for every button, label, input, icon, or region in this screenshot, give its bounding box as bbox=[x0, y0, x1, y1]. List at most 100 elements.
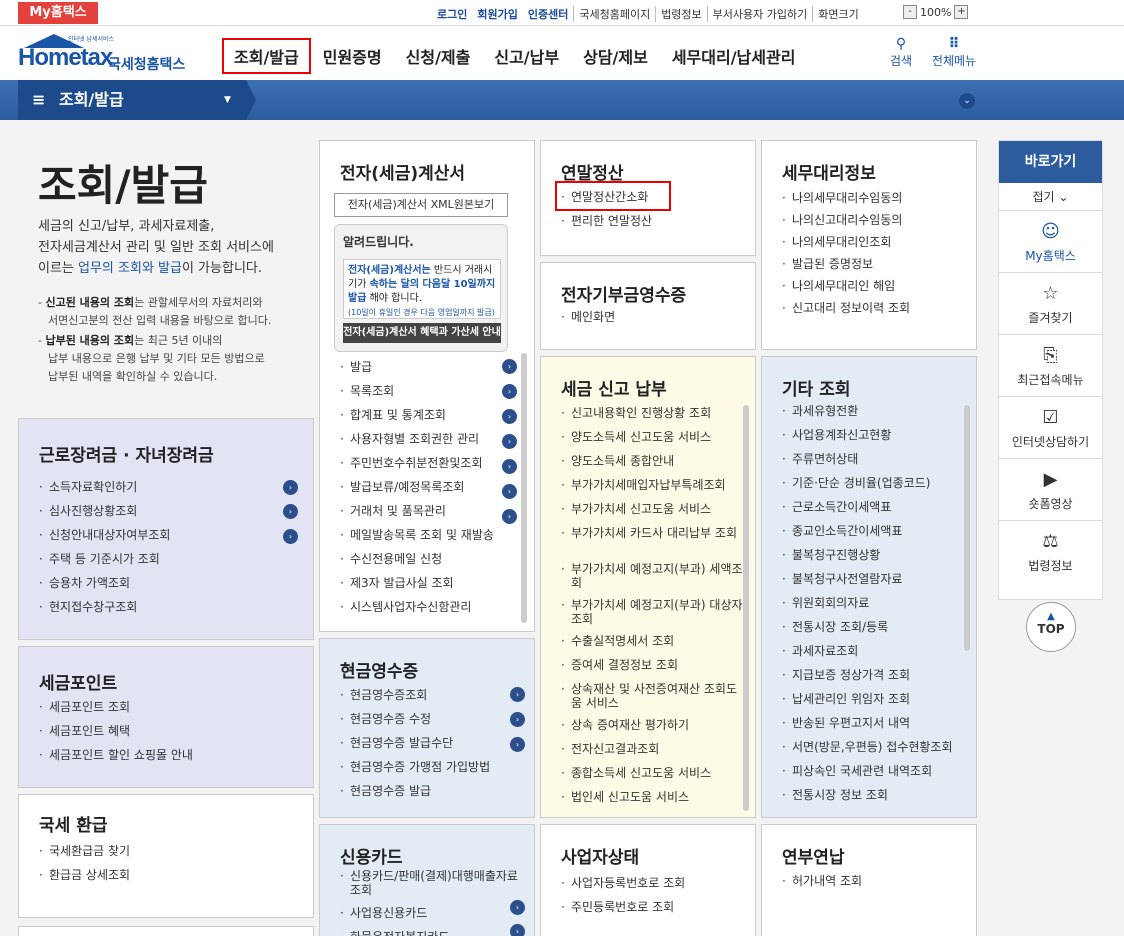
list-item[interactable]: 발급 bbox=[340, 355, 520, 379]
list-item[interactable]: 과세자료조회 bbox=[782, 639, 968, 663]
list-item[interactable]: 나의세무대리수임동의 bbox=[782, 187, 910, 209]
list-item[interactable]: 주민번호수취분전환및조회 bbox=[340, 451, 520, 475]
scrollbar[interactable] bbox=[964, 405, 970, 651]
list-item[interactable]: 환급금 상세조회 bbox=[39, 863, 130, 887]
gnb-tax-agent[interactable]: 세무대리/납세관리 bbox=[660, 38, 808, 74]
list-item[interactable]: 나의세무대리인조회 bbox=[782, 231, 910, 253]
chevron-right-icon[interactable]: › bbox=[510, 924, 525, 936]
search-button[interactable]: ⚲ 검색 bbox=[886, 36, 916, 69]
login-link[interactable]: 로그인 bbox=[432, 6, 472, 22]
list-item[interactable]: 주택 등 기준시가 조회 bbox=[39, 547, 299, 571]
chevron-right-icon[interactable]: › bbox=[502, 384, 517, 399]
list-item[interactable]: 위원회회의자료 bbox=[782, 591, 968, 615]
list-item[interactable]: 소득자료확인하기 bbox=[39, 475, 299, 499]
chevron-right-icon[interactable]: › bbox=[510, 900, 525, 915]
chevron-right-icon[interactable]: › bbox=[283, 504, 298, 519]
law-info-link[interactable]: 법령정보 bbox=[656, 6, 708, 22]
zoom-out-button[interactable]: - bbox=[903, 5, 917, 19]
sidebar-item-favorites[interactable]: ☆ 즐겨찾기 bbox=[999, 273, 1102, 335]
list-item[interactable]: 기준·단순 경비율(업종코드) bbox=[782, 471, 968, 495]
list-item[interactable]: 사업자등록번호로 조회 bbox=[561, 871, 685, 895]
list-item[interactable]: 증여세 결정정보 조회 bbox=[561, 653, 745, 677]
list-item[interactable]: 부가가치세 카드사 대리납부 조회 bbox=[561, 521, 745, 557]
gnb-inquiry-issue[interactable]: 조회/발급 bbox=[222, 38, 311, 74]
list-item[interactable]: 신고내용확인 진행상황 조회 bbox=[561, 401, 745, 425]
chevron-right-icon[interactable]: › bbox=[502, 409, 517, 424]
list-item[interactable]: 사업용계좌신고현황 bbox=[782, 423, 968, 447]
sidebar-item-online-consult[interactable]: ☑ 인터넷상담하기 bbox=[999, 397, 1102, 459]
nts-home-link[interactable]: 국세청홈페이지 bbox=[574, 6, 657, 22]
list-item[interactable]: 근로소득간이세액표 bbox=[782, 495, 968, 519]
gnb-report-pay[interactable]: 신고/납부 bbox=[482, 38, 571, 74]
chevron-right-icon[interactable]: › bbox=[510, 687, 525, 702]
list-item[interactable]: 발급보류/예정목록조회 bbox=[340, 475, 520, 499]
subnav-current-menu[interactable]: ≡ 조회/발급 ▼ bbox=[18, 80, 246, 120]
scrollbar[interactable] bbox=[521, 353, 527, 623]
list-item[interactable]: 현금영수증 발급 bbox=[340, 779, 520, 803]
xml-view-button[interactable]: 전자(세금)계산서 XML원본보기 bbox=[334, 193, 508, 217]
list-item[interactable]: 세금포인트 할인 쇼핑몰 안내 bbox=[39, 743, 193, 767]
list-item[interactable]: 세금포인트 혜택 bbox=[39, 719, 193, 743]
list-item[interactable]: 피상속인 국세관련 내역조회 bbox=[782, 759, 968, 783]
list-item[interactable]: 수출실적명세서 조회 bbox=[561, 629, 745, 653]
list-item[interactable]: 종합소득세 신고도움 서비스 bbox=[561, 761, 745, 785]
list-item[interactable]: 전통시장 조회/등록 bbox=[782, 615, 968, 639]
list-item[interactable]: 양도소득세 종합안내 bbox=[561, 449, 745, 473]
list-item[interactable]: 현금영수증 가맹점 가입방법 bbox=[340, 755, 520, 779]
list-item[interactable]: 나의신고대리수임동의 bbox=[782, 209, 910, 231]
notice-guide-button[interactable]: 전자(세금)계산서 혜택과 가산세 안내 bbox=[343, 323, 501, 343]
list-item[interactable]: 반송된 우편고지서 내역 bbox=[782, 711, 968, 735]
list-item[interactable]: 수신전용메일 신청 bbox=[340, 547, 520, 571]
scroll-top-button[interactable]: ▲ TOP bbox=[1026, 602, 1076, 652]
all-menu-button[interactable]: ⠿ 전체메뉴 bbox=[929, 36, 979, 69]
list-item[interactable]: 상속 증여재산 평가하기 bbox=[561, 713, 745, 737]
gnb-certificate[interactable]: 민원증명 bbox=[311, 38, 394, 74]
list-item[interactable]: 사용자형별 조회권한 관리 bbox=[340, 427, 520, 451]
list-item[interactable]: 전통시장 정보 조회 bbox=[782, 783, 968, 807]
chevron-right-icon[interactable]: › bbox=[283, 480, 298, 495]
list-item[interactable]: 현지접수창구조회 bbox=[39, 595, 299, 619]
list-item[interactable]: 양도소득세 신고도움 서비스 bbox=[561, 425, 745, 449]
list-item[interactable]: 부가가치세 예정고지(부과) 세액조회 bbox=[561, 557, 745, 593]
sidebar-item-recent-menu[interactable]: ⎘ 최근접속메뉴 bbox=[999, 335, 1102, 397]
expand-chevron-icon[interactable]: ⌄ bbox=[959, 93, 975, 109]
list-item[interactable]: 전자신고결과조회 bbox=[561, 737, 745, 761]
list-item[interactable]: 국세환급금 찾기 bbox=[39, 839, 130, 863]
gnb-apply-submit[interactable]: 신청/제출 bbox=[394, 38, 483, 74]
list-item[interactable]: 목록조회 bbox=[340, 379, 520, 403]
list-item[interactable]: 승용차 가액조회 bbox=[39, 571, 299, 595]
list-item[interactable]: 불복청구진행상황 bbox=[782, 543, 968, 567]
list-item[interactable]: 상속재산 및 사전증여재산 조회도움 서비스 bbox=[561, 677, 745, 713]
list-item[interactable]: 납세관리인 위임자 조회 bbox=[782, 687, 968, 711]
chevron-right-icon[interactable]: › bbox=[502, 359, 517, 374]
list-item[interactable]: 신청안내대상자여부조회 bbox=[39, 523, 299, 547]
zoom-in-button[interactable]: + bbox=[954, 5, 969, 19]
chevron-right-icon[interactable]: › bbox=[502, 459, 517, 474]
list-item[interactable]: 현금영수증조회 bbox=[340, 683, 520, 707]
list-item[interactable]: 법인세 신고도움 서비스 bbox=[561, 785, 745, 809]
signup-link[interactable]: 회원가입 bbox=[472, 6, 522, 22]
list-item[interactable]: 주류면허상태 bbox=[782, 447, 968, 471]
my-hometax-tab[interactable]: My홈택스 bbox=[18, 2, 98, 24]
list-item[interactable]: 현금영수증 수정 bbox=[340, 707, 520, 731]
chevron-right-icon[interactable]: › bbox=[510, 737, 525, 752]
list-item[interactable]: 사업용신용카드 bbox=[340, 901, 520, 925]
scrollbar[interactable] bbox=[743, 405, 749, 811]
list-item[interactable]: 부가가치세매입자납부특례조회 bbox=[561, 473, 745, 497]
list-item[interactable]: 제3자 발급사실 조회 bbox=[340, 571, 520, 595]
sidebar-item-my-hometax[interactable]: ☺ My홈택스 bbox=[999, 211, 1102, 273]
list-item[interactable]: 화물운전자복지카드 bbox=[340, 925, 520, 936]
chevron-right-icon[interactable]: › bbox=[502, 484, 517, 499]
chevron-right-icon[interactable]: › bbox=[283, 529, 298, 544]
list-item[interactable]: 신용카드/판매(결제)대행매출자료조회 bbox=[340, 867, 520, 901]
chevron-right-icon[interactable]: › bbox=[510, 712, 525, 727]
list-item[interactable]: 합계표 및 통계조회 bbox=[340, 403, 520, 427]
list-item[interactable]: 심사진행상황조회 bbox=[39, 499, 299, 523]
list-item[interactable]: 세금포인트 조회 bbox=[39, 695, 193, 719]
list-item[interactable]: 편리한 연말정산 bbox=[561, 209, 652, 233]
list-item[interactable]: 메인화면 bbox=[561, 305, 615, 329]
list-item[interactable]: 현금영수증 발급수단 bbox=[340, 731, 520, 755]
list-item[interactable]: 발급된 증명정보 bbox=[782, 253, 910, 275]
dept-user-signup-link[interactable]: 부서사용자 가입하기 bbox=[708, 6, 814, 22]
list-item[interactable]: 신고대리 정보이력 조회 bbox=[782, 297, 910, 319]
